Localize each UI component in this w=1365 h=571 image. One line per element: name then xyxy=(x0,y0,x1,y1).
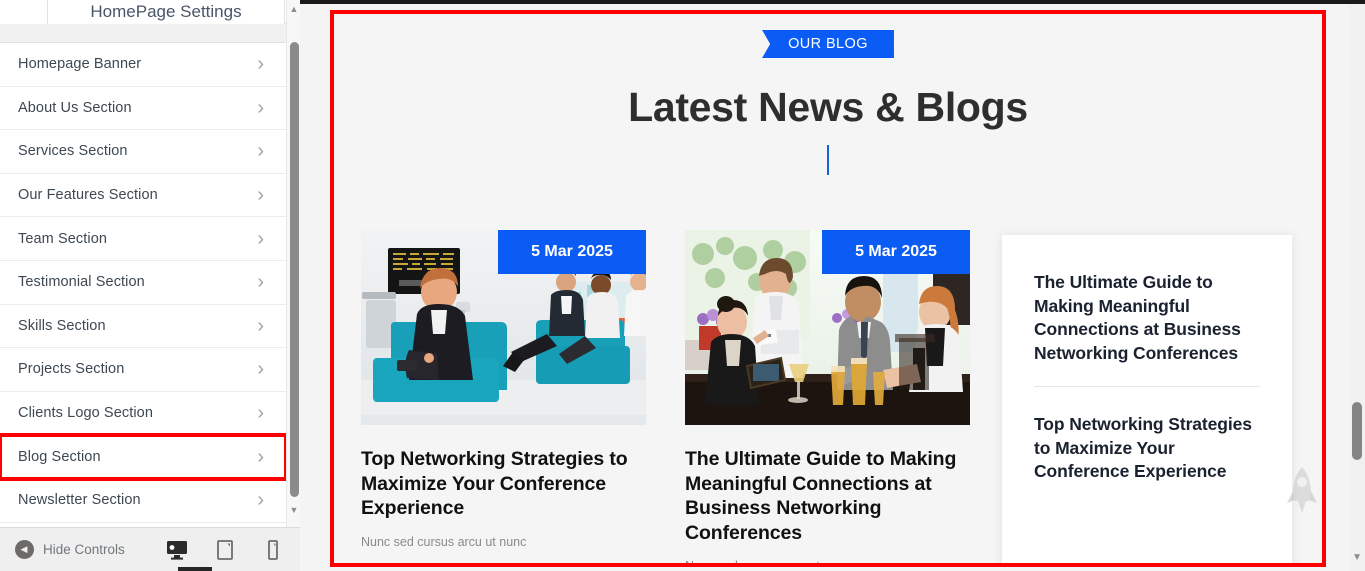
rocket-icon[interactable] xyxy=(1287,467,1317,513)
blog-section-highlight-frame: OUR BLOG Latest News & Blogs 5 Mar 2025 … xyxy=(330,10,1326,567)
scroll-down-arrow-icon[interactable]: ▼ xyxy=(287,503,300,517)
chevron-right-icon: › xyxy=(257,140,264,163)
recent-posts-divider xyxy=(1034,386,1260,387)
recent-posts-panel: The Ultimate Guide to Making Meaningful … xyxy=(1002,235,1292,563)
blog-card-date-badge: 5 Mar 2025 xyxy=(822,230,970,274)
homepage-settings-panel: HomePage Settings Homepage Banner › Abou… xyxy=(0,0,300,571)
sidebar-item-homepage-banner[interactable]: Homepage Banner › xyxy=(0,43,286,87)
panel-tab-title: HomePage Settings xyxy=(90,2,242,21)
chevron-right-icon: › xyxy=(257,489,264,512)
sidebar-item-label: Blog Section xyxy=(18,448,101,465)
blog-section-preview: OUR BLOG Latest News & Blogs 5 Mar 2025 … xyxy=(334,30,1322,567)
sidebar-item-clients-logo-section[interactable]: Clients Logo Section › xyxy=(0,391,286,436)
chevron-right-icon: › xyxy=(257,358,264,381)
sidebar-item-projects-section[interactable]: Projects Section › xyxy=(0,348,286,392)
panel-sub-bar xyxy=(0,24,286,43)
chevron-right-icon: › xyxy=(257,96,264,119)
hide-controls-label: Hide Controls xyxy=(43,542,125,557)
chevron-right-icon: › xyxy=(257,227,264,250)
chevron-right-icon: › xyxy=(257,271,264,294)
tab-homepage-settings[interactable]: HomePage Settings xyxy=(47,0,285,24)
preview-top-bar xyxy=(300,0,1365,4)
sidebar-item-newsletter-section[interactable]: Newsletter Section › xyxy=(0,478,286,523)
desktop-icon[interactable] xyxy=(166,539,188,561)
section-badge-wrap: OUR BLOG xyxy=(334,30,1322,58)
page-scrollbar-thumb[interactable] xyxy=(1352,402,1362,460)
heading-divider-wrap xyxy=(334,145,1322,175)
sidebar-item-label: Projects Section xyxy=(18,361,125,378)
website-preview-area: OUR BLOG Latest News & Blogs 5 Mar 2025 … xyxy=(300,0,1365,571)
our-blog-badge: OUR BLOG xyxy=(762,30,894,58)
recent-post-title[interactable]: The Ultimate Guide to Making Meaningful … xyxy=(1034,271,1260,365)
mobile-icon[interactable] xyxy=(262,539,284,561)
page-scroll-down-arrow-icon[interactable]: ▼ xyxy=(1352,552,1362,563)
page-scrollbar[interactable]: ▼ xyxy=(1349,4,1365,571)
sidebar-item-label: Testimonial Section xyxy=(18,274,145,291)
sidebar-item-services-section[interactable]: Services Section › xyxy=(0,130,286,174)
blog-card[interactable]: 5 Mar 2025 Top Networking Strategies to … xyxy=(361,230,646,563)
sidebar-item-label: Services Section xyxy=(18,143,128,160)
chevron-right-icon: › xyxy=(257,402,264,425)
sidebar-item-label: Our Features Section xyxy=(18,187,158,204)
preview-controls-bar: ◀ Hide Controls xyxy=(0,527,300,571)
recent-post-title[interactable]: Top Networking Strategies to Maximize Yo… xyxy=(1034,413,1260,484)
device-preview-switcher xyxy=(166,539,300,561)
sidebar-item-about-us-section[interactable]: About Us Section › xyxy=(0,86,286,131)
settings-section-list: Homepage Banner › About Us Section › Ser… xyxy=(0,43,286,527)
hide-controls-button[interactable]: ◀ Hide Controls xyxy=(0,540,125,559)
caret-left-circle-icon: ◀ xyxy=(15,540,34,559)
sidebar-item-skills-section[interactable]: Skills Section › xyxy=(0,304,286,349)
chevron-right-icon: › xyxy=(257,314,264,337)
sidebar-item-team-section[interactable]: Team Section › xyxy=(0,217,286,261)
sidebar-item-label: Team Section xyxy=(18,230,108,247)
blog-card-meta: Nunc sed cursus arcu ut nunc xyxy=(361,534,527,549)
blog-card[interactable]: 5 Mar 2025 The Ultimate Guide to Making … xyxy=(685,230,970,567)
chevron-right-icon: › xyxy=(257,445,264,468)
scroll-up-arrow-icon[interactable]: ▲ xyxy=(287,2,300,16)
blog-card-title[interactable]: The Ultimate Guide to Making Meaningful … xyxy=(685,447,970,545)
section-heading: Latest News & Blogs xyxy=(628,84,1028,130)
active-device-indicator xyxy=(178,567,212,571)
sidebar-item-label: Homepage Banner xyxy=(18,56,142,73)
chevron-right-icon: › xyxy=(257,184,264,207)
blog-card-title[interactable]: Top Networking Strategies to Maximize Yo… xyxy=(361,447,646,521)
tablet-icon[interactable] xyxy=(214,539,236,561)
sidebar-item-blog-section[interactable]: Blog Section › xyxy=(0,433,286,481)
sidebar-item-testimonial-section[interactable]: Testimonial Section › xyxy=(0,260,286,305)
sidebar-scrollbar-thumb[interactable] xyxy=(289,42,299,497)
sidebar-item-our-features-section[interactable]: Our Features Section › xyxy=(0,173,286,218)
chevron-right-icon: › xyxy=(257,53,264,76)
panel-tab-bar: HomePage Settings xyxy=(0,0,286,24)
sidebar-scrollbar[interactable]: ▲ ▼ xyxy=(286,0,300,527)
sidebar-item-label: About Us Section xyxy=(18,99,132,116)
page-root: HomePage Settings Homepage Banner › Abou… xyxy=(0,0,1365,571)
sidebar-item-label: Clients Logo Section xyxy=(18,405,153,422)
sidebar-item-label: Skills Section xyxy=(18,317,106,334)
panel-tab-stub xyxy=(0,0,47,24)
blog-card-meta: Nunc sed cursus arcu ut nunc xyxy=(685,559,851,567)
blog-card-date-badge: 5 Mar 2025 xyxy=(498,230,646,274)
sidebar-item-label: Newsletter Section xyxy=(18,492,141,509)
heading-divider xyxy=(827,145,829,175)
